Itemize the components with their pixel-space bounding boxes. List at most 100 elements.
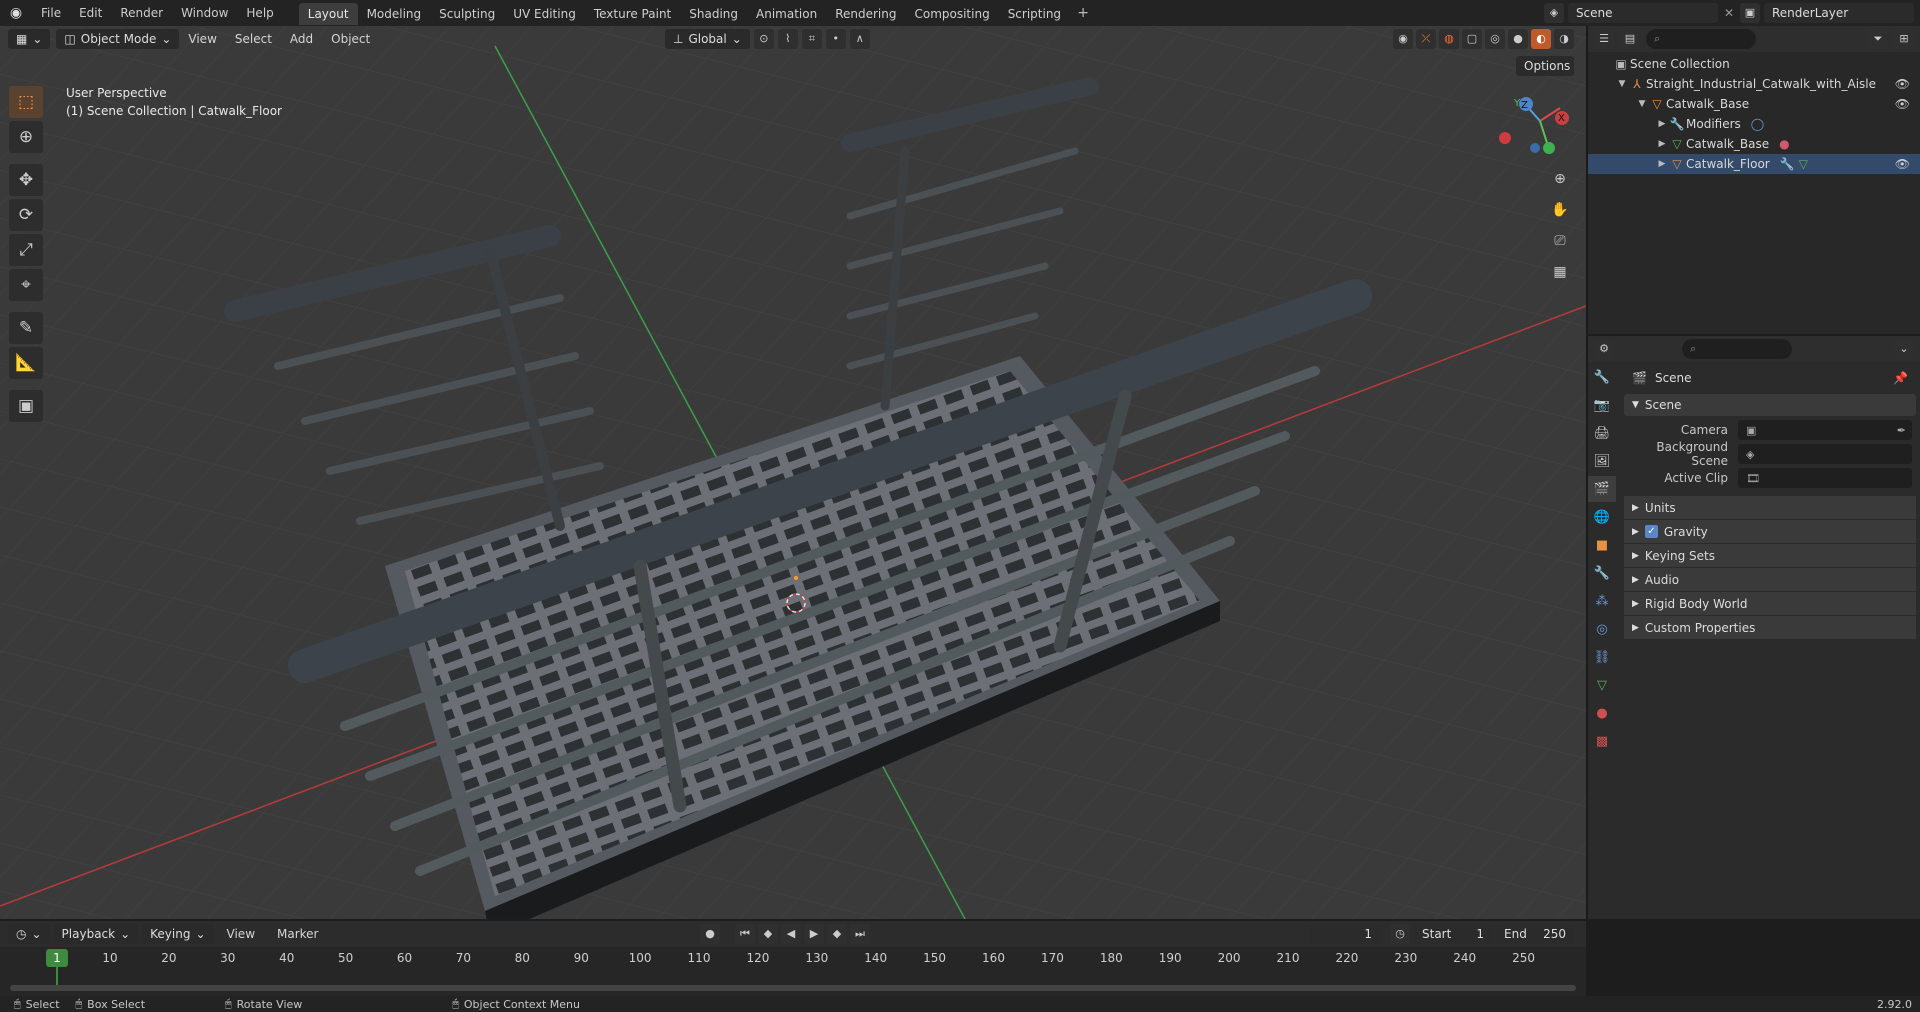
viewport-menu-add[interactable]: Add [281,32,322,46]
current-frame-indicator[interactable]: 1 [46,949,68,967]
background-scene-field[interactable]: ◈ [1738,444,1912,464]
expand-triangle-icon[interactable]: ▶ [1656,154,1668,174]
expand-triangle-icon[interactable]: ▶ [1656,134,1668,154]
constraints-tab-icon[interactable]: ⛓ [1588,644,1616,670]
end-frame-field[interactable]: End 250 [1496,924,1574,944]
gizmo-toggle-icon[interactable]: ⤫ [1416,29,1436,49]
snap-icon[interactable]: ⌇ [777,29,798,49]
scene-tab-icon[interactable]: 🎬 [1588,476,1616,502]
scale-tool-icon[interactable]: ⤢ [9,234,43,266]
playback-menu[interactable]: Playback ⌄ [53,924,139,944]
display-mode-icon[interactable]: ▤ [1620,29,1640,49]
close-icon[interactable]: ✕ [1724,6,1734,20]
chevron-down-icon[interactable]: ⌄ [1894,339,1914,359]
menu-render[interactable]: Render [111,0,172,26]
rotate-tool-icon[interactable]: ⟳ [9,199,43,231]
wireframe-shading-icon[interactable]: ◎ [1485,29,1505,49]
tab-uv-editing[interactable]: UV Editing [504,3,585,25]
blender-logo-icon[interactable]: ◉ [0,5,32,21]
rendered-shading-icon[interactable]: ◑ [1554,29,1574,49]
material-shading-icon[interactable]: ◐ [1531,29,1551,49]
outliner-row-catwalk-collection[interactable]: ▼ ⅄ Straight_Industrial_Catwalk_with_Ais… [1588,74,1920,94]
tab-layout[interactable]: Layout [298,3,358,25]
tab-rendering[interactable]: Rendering [826,3,905,25]
add-cube-tool-icon[interactable]: ▣ [9,390,43,422]
expand-triangle-icon[interactable]: ▼ [1616,74,1628,94]
view-layer-icon[interactable]: ▣ [1740,3,1760,23]
editor-type-dropdown[interactable]: ▦ ⌄ [8,29,51,49]
tab-sculpting[interactable]: Sculpting [430,3,504,25]
filter-icon[interactable]: ⏷ [1868,29,1888,49]
zoom-icon[interactable]: ⊕ [1547,166,1573,192]
keying-menu[interactable]: Keying ⌄ [142,924,214,944]
tab-modeling[interactable]: Modeling [358,3,431,25]
play-reverse-icon[interactable]: ◀ [781,924,801,944]
snap-target-icon[interactable]: ⌗ [801,29,822,49]
timeline-editor-type[interactable]: ◷ ⌄ [8,924,50,944]
texture-tab-icon[interactable]: ▩ [1588,728,1616,754]
eyedropper-icon[interactable]: ✒ [1897,424,1906,437]
move-tool-icon[interactable]: ✥ [9,164,43,196]
preview-range-icon[interactable]: ◷ [1390,924,1410,944]
pan-hand-icon[interactable]: ✋ [1547,197,1573,223]
transform-orientation-dropdown[interactable]: ⊥ Global ⌄ [665,29,750,49]
outliner-row-catwalk-base-mesh[interactable]: ▶ ▽ Catwalk_Base ● [1588,134,1920,154]
tab-shading[interactable]: Shading [680,3,747,25]
viewport-menu-view[interactable]: View [179,32,225,46]
solid-shading-icon[interactable]: ● [1508,29,1528,49]
tool-tab-icon[interactable]: 🔧 [1588,364,1616,390]
scene-selector-icon[interactable]: ◈ [1543,3,1564,23]
overlays-icon[interactable]: ◍ [1439,29,1459,49]
current-frame-field[interactable]: 1 [1310,924,1380,944]
menu-help[interactable]: Help [237,0,282,26]
audio-panel[interactable]: ▶ Audio [1624,568,1916,592]
active-clip-field[interactable]: 🎞 [1738,468,1912,488]
gravity-checkbox[interactable]: ✓ [1644,525,1658,538]
falloff-icon[interactable]: ∧ [849,29,870,49]
custom-properties-panel[interactable]: ▶ Custom Properties [1624,616,1916,640]
timeline-scrollbar[interactable] [10,985,1576,991]
tab-texture-paint[interactable]: Texture Paint [585,3,680,25]
tab-scripting[interactable]: Scripting [999,3,1070,25]
menu-window[interactable]: Window [172,0,237,26]
view-layer-field[interactable]: RenderLayer [1764,3,1914,23]
material-tab-icon[interactable]: ● [1588,700,1616,726]
jump-keyframe-back-icon[interactable]: ◆ [758,924,778,944]
scene-panel-header[interactable]: ▼ Scene [1624,394,1916,416]
world-tab-icon[interactable]: 🌐 [1588,504,1616,530]
outliner-search-input[interactable]: ⌕ [1646,29,1756,49]
pin-icon[interactable]: 📌 [1893,371,1908,385]
measure-tool-icon[interactable]: 📐 [9,347,43,379]
viewport-menu-object[interactable]: Object [322,32,379,46]
xray-icon[interactable]: ▢ [1462,29,1482,49]
viewport-menu-select[interactable]: Select [226,32,281,46]
record-icon[interactable]: ● [700,924,720,944]
annotate-tool-icon[interactable]: ✎ [9,312,43,344]
timeline-menu-marker[interactable]: Marker [268,927,327,941]
visibility-eye-icon[interactable]: 👁 [1895,154,1910,174]
outliner-row-modifiers[interactable]: ▶ 🔧 Modifiers ◯ [1588,114,1920,134]
tab-compositing[interactable]: Compositing [905,3,998,25]
scene-name-field[interactable]: Scene [1567,3,1718,23]
visibility-eye-icon[interactable]: 👁 [1895,94,1910,114]
gravity-panel[interactable]: ▶ ✓ Gravity [1624,520,1916,544]
outliner-editor-icon[interactable]: ☰ [1594,29,1614,49]
proportional-edit-icon[interactable]: • [825,29,846,49]
cursor-tool-icon[interactable]: ⊕ [9,121,43,153]
render-tab-icon[interactable]: 📷 [1588,392,1616,418]
outliner-row-scene-collection[interactable]: ▣ Scene Collection [1588,54,1920,74]
new-collection-icon[interactable]: ⊞ [1894,29,1914,49]
rigid-body-world-panel[interactable]: ▶ Rigid Body World [1624,592,1916,616]
particles-tab-icon[interactable]: ⁂ [1588,588,1616,614]
options-dropdown[interactable]: Options [1516,56,1574,76]
start-frame-field[interactable]: Start 1 [1414,924,1492,944]
pivot-point-icon[interactable]: ⊙ [753,29,774,49]
data-tab-icon[interactable]: ▽ [1588,672,1616,698]
object-mode-dropdown[interactable]: ◫ Object Mode ⌄ [56,29,180,49]
3d-viewport[interactable]: X Z Y ▦ ⌄ ◫ Object Mode ⌄ View Select Add O… [0,26,1586,919]
select-box-tool-icon[interactable]: ⬚ [9,86,43,118]
properties-search-input[interactable]: ⌕ [1682,339,1792,359]
outliner-row-catwalk-base[interactable]: ▼ ▽ Catwalk_Base 👁 [1588,94,1920,114]
jump-keyframe-forward-icon[interactable]: ◆ [827,924,847,944]
menu-file[interactable]: File [32,0,70,26]
